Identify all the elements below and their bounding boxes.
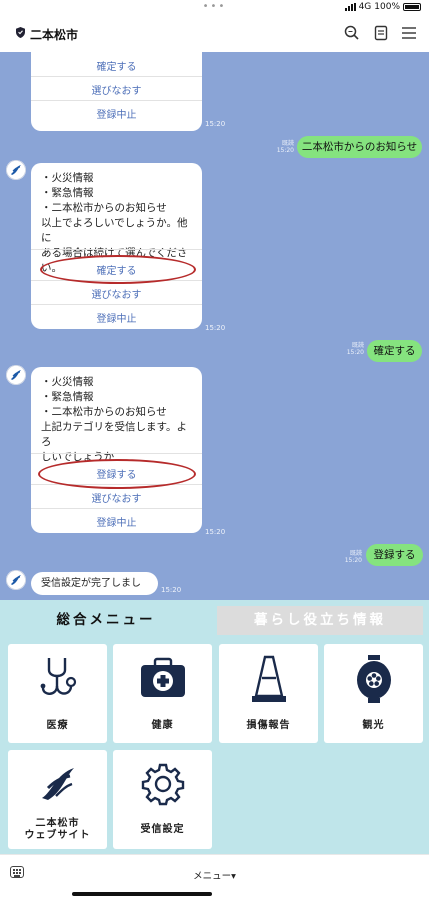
receive-settings-label: 受信設定 [140,824,185,835]
city-avatar[interactable] [6,160,26,180]
gear-icon [141,763,185,806]
cancel-button-3[interactable]: 登録中止 [31,514,202,529]
timestamp: 15:20 [161,586,182,594]
chat-area[interactable]: 確定する 選びなおす 登録中止 15:20 既読 15:20 二本松市からのお知ら… [0,52,429,600]
search-icon[interactable] [343,24,361,42]
rich-menu: 総合メニュー 暮らし役立ち情報 医療 健康 損傷報告 観光 二本松市 ウェブサイ… [0,600,429,854]
message-line: 上記カテゴリを受信します。よろ [41,421,187,448]
medical-label: 医療 [46,720,69,731]
cancel-button-2[interactable]: 登録中止 [31,310,202,325]
menu-icon[interactable] [400,24,418,42]
read-receipt: 既読 15:20 [346,342,364,356]
message-line: ・緊急情報 [41,391,94,403]
menu-toggle[interactable]: メニュー▾ [0,868,429,882]
read-receipt: 既読 15:20 [344,550,362,564]
message-line: 以上でよろしいでしょうか。他に [41,217,188,244]
battery-label: 100% [374,2,400,12]
chat-header: 二本松市 [0,16,429,52]
tourism-label: 観光 [362,720,385,731]
timestamp: 15:20 [205,528,226,536]
timestamp: 15:20 [205,120,226,128]
website-label-line2: ウェブサイト [24,830,91,841]
completion-text: 受信設定が完了しました [41,578,141,589]
medical-kit-icon [141,657,185,697]
city-logo-icon [6,570,26,590]
status-indicators: 4G 100% [344,2,421,12]
city-avatar[interactable] [6,365,26,385]
status-bar: ••• 4G 100% [0,0,429,16]
confirm-button-1[interactable]: 確定する [31,58,202,73]
read-receipt: 既読 15:20 [276,140,294,154]
traffic-cone-icon [252,655,286,702]
reselect-button-2[interactable]: 選びなおす [31,286,202,301]
city-logo-icon [6,365,26,385]
footer-bar: メニュー▾ [0,854,429,900]
user-message-2: 確定する [367,340,422,362]
city-logo-icon [42,768,74,800]
bot-message-2: ・火災情報 ・緊急情報 ・二本松市からのお知らせ 以上でよろしいでしょうか。他に… [31,163,202,329]
tab-living-info[interactable]: 暮らし役立ち情報 [217,606,423,635]
city-logo-icon [6,160,26,180]
stethoscope-icon [40,658,77,695]
bot-message-1: 確定する 選びなおす 登録中止 [31,52,202,131]
message-line: ・火災情報 [41,376,94,388]
battery-icon [403,3,421,11]
reselect-button-3[interactable]: 選びなおす [31,490,202,505]
user-message-3: 登録する [366,544,423,566]
chat-title: 二本松市 [30,28,79,42]
shield-icon [16,27,25,38]
damage-report-tile[interactable]: 損傷報告 [219,644,318,743]
signal-icon [344,3,356,11]
network-label: 4G [358,2,372,12]
lantern-icon [357,655,391,703]
receive-settings-tile[interactable]: 受信設定 [113,750,212,849]
highlight-oval [40,255,196,284]
bot-message-4: 受信設定が完了しました [31,572,158,595]
note-icon[interactable] [372,24,390,42]
user-message-1: 二本松市からのお知らせ [297,136,422,158]
health-label: 健康 [151,720,174,731]
timestamp: 15:20 [205,324,226,332]
damage-report-label: 損傷報告 [246,720,291,731]
tab-general-menu[interactable]: 総合メニュー [0,604,212,636]
message-line: ・火災情報 [41,172,94,184]
home-indicator [72,892,212,896]
tourism-tile[interactable]: 観光 [324,644,423,743]
highlight-oval [38,459,196,489]
website-tile[interactable]: 二本松市 ウェブサイト [8,750,107,849]
medical-tile[interactable]: 医療 [8,644,107,743]
message-line: ・二本松市からのお知らせ [41,406,167,418]
health-tile[interactable]: 健康 [113,644,212,743]
message-line: ・二本松市からのお知らせ [41,202,167,214]
bot-message-3: ・火災情報 ・緊急情報 ・二本松市からのお知らせ 上記カテゴリを受信します。よろ… [31,367,202,533]
reselect-button-1[interactable]: 選びなおす [31,82,202,97]
message-line: ・緊急情報 [41,187,94,199]
website-label-line1: 二本松市 [35,818,80,829]
city-avatar[interactable] [6,570,26,590]
cancel-button-1[interactable]: 登録中止 [31,106,202,121]
